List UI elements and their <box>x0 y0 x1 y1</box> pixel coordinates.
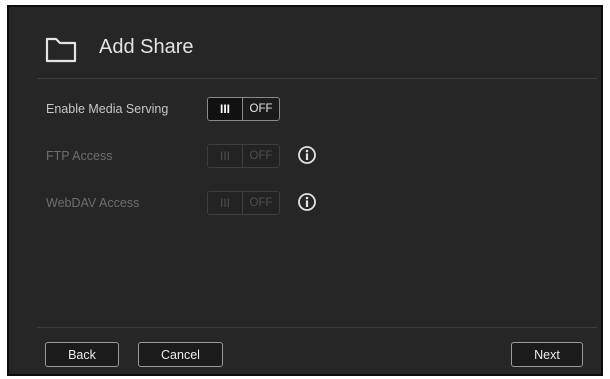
back-button[interactable]: Back <box>45 342 119 367</box>
media-serving-toggle[interactable]: III OFF <box>207 97 280 121</box>
add-share-dialog: Add Share Enable Media Serving III OFF F… <box>7 5 603 376</box>
ftp-access-toggle: III OFF <box>207 144 280 168</box>
folder-icon <box>45 37 77 63</box>
setting-row-media-serving: Enable Media Serving III OFF <box>9 95 601 125</box>
setting-row-webdav-access: WebDAV Access III OFF <box>9 189 601 219</box>
toggle-on-segment: III <box>208 192 243 214</box>
dialog-footer: Back Cancel Next <box>9 329 601 376</box>
header-divider <box>37 78 597 79</box>
info-icon[interactable] <box>297 192 317 212</box>
media-serving-label: Enable Media Serving <box>46 102 169 116</box>
toggle-off-segment: OFF <box>249 150 273 162</box>
page-title: Add Share <box>99 36 194 58</box>
toggle-off-segment: OFF <box>249 197 273 209</box>
toggle-off-segment[interactable]: OFF <box>243 98 279 120</box>
footer-divider <box>37 327 597 328</box>
toggle-on-segment: III <box>208 145 243 167</box>
next-button[interactable]: Next <box>511 342 583 367</box>
dialog-header: Add Share <box>9 7 601 79</box>
webdav-access-label: WebDAV Access <box>46 196 140 210</box>
toggle-on-segment[interactable]: III <box>208 98 243 120</box>
webdav-access-toggle: III OFF <box>207 191 280 215</box>
setting-row-ftp-access: FTP Access III OFF <box>9 142 601 172</box>
info-icon[interactable] <box>297 145 317 165</box>
ftp-access-label: FTP Access <box>46 149 113 163</box>
cancel-button[interactable]: Cancel <box>138 342 223 367</box>
